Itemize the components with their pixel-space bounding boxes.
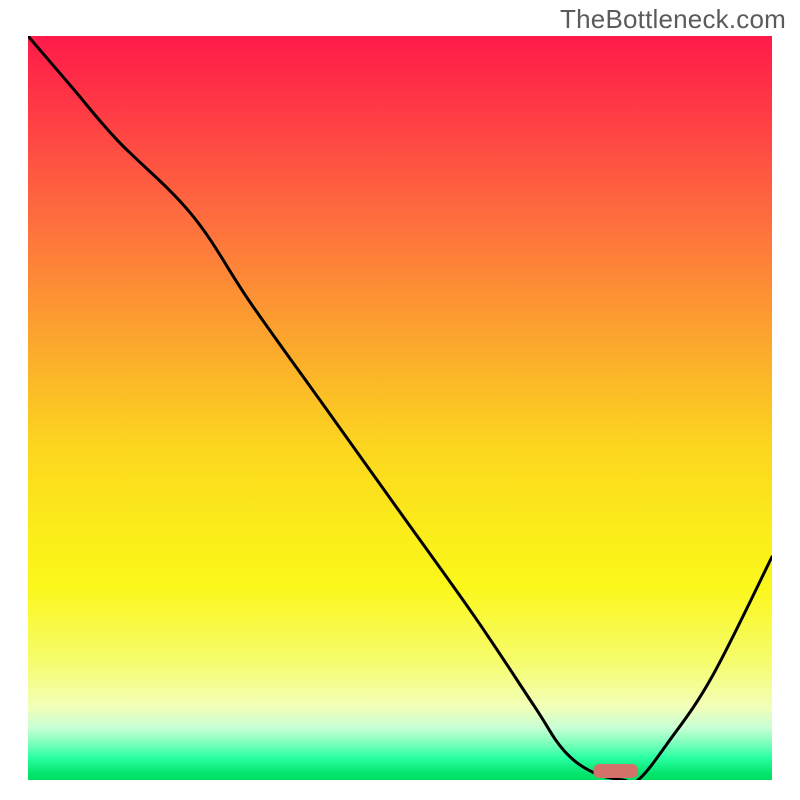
watermark-text: TheBottleneck.com (560, 4, 786, 35)
chart-background-gradient (28, 36, 772, 780)
chart-canvas (28, 36, 772, 780)
optimal-range-marker (593, 764, 638, 778)
